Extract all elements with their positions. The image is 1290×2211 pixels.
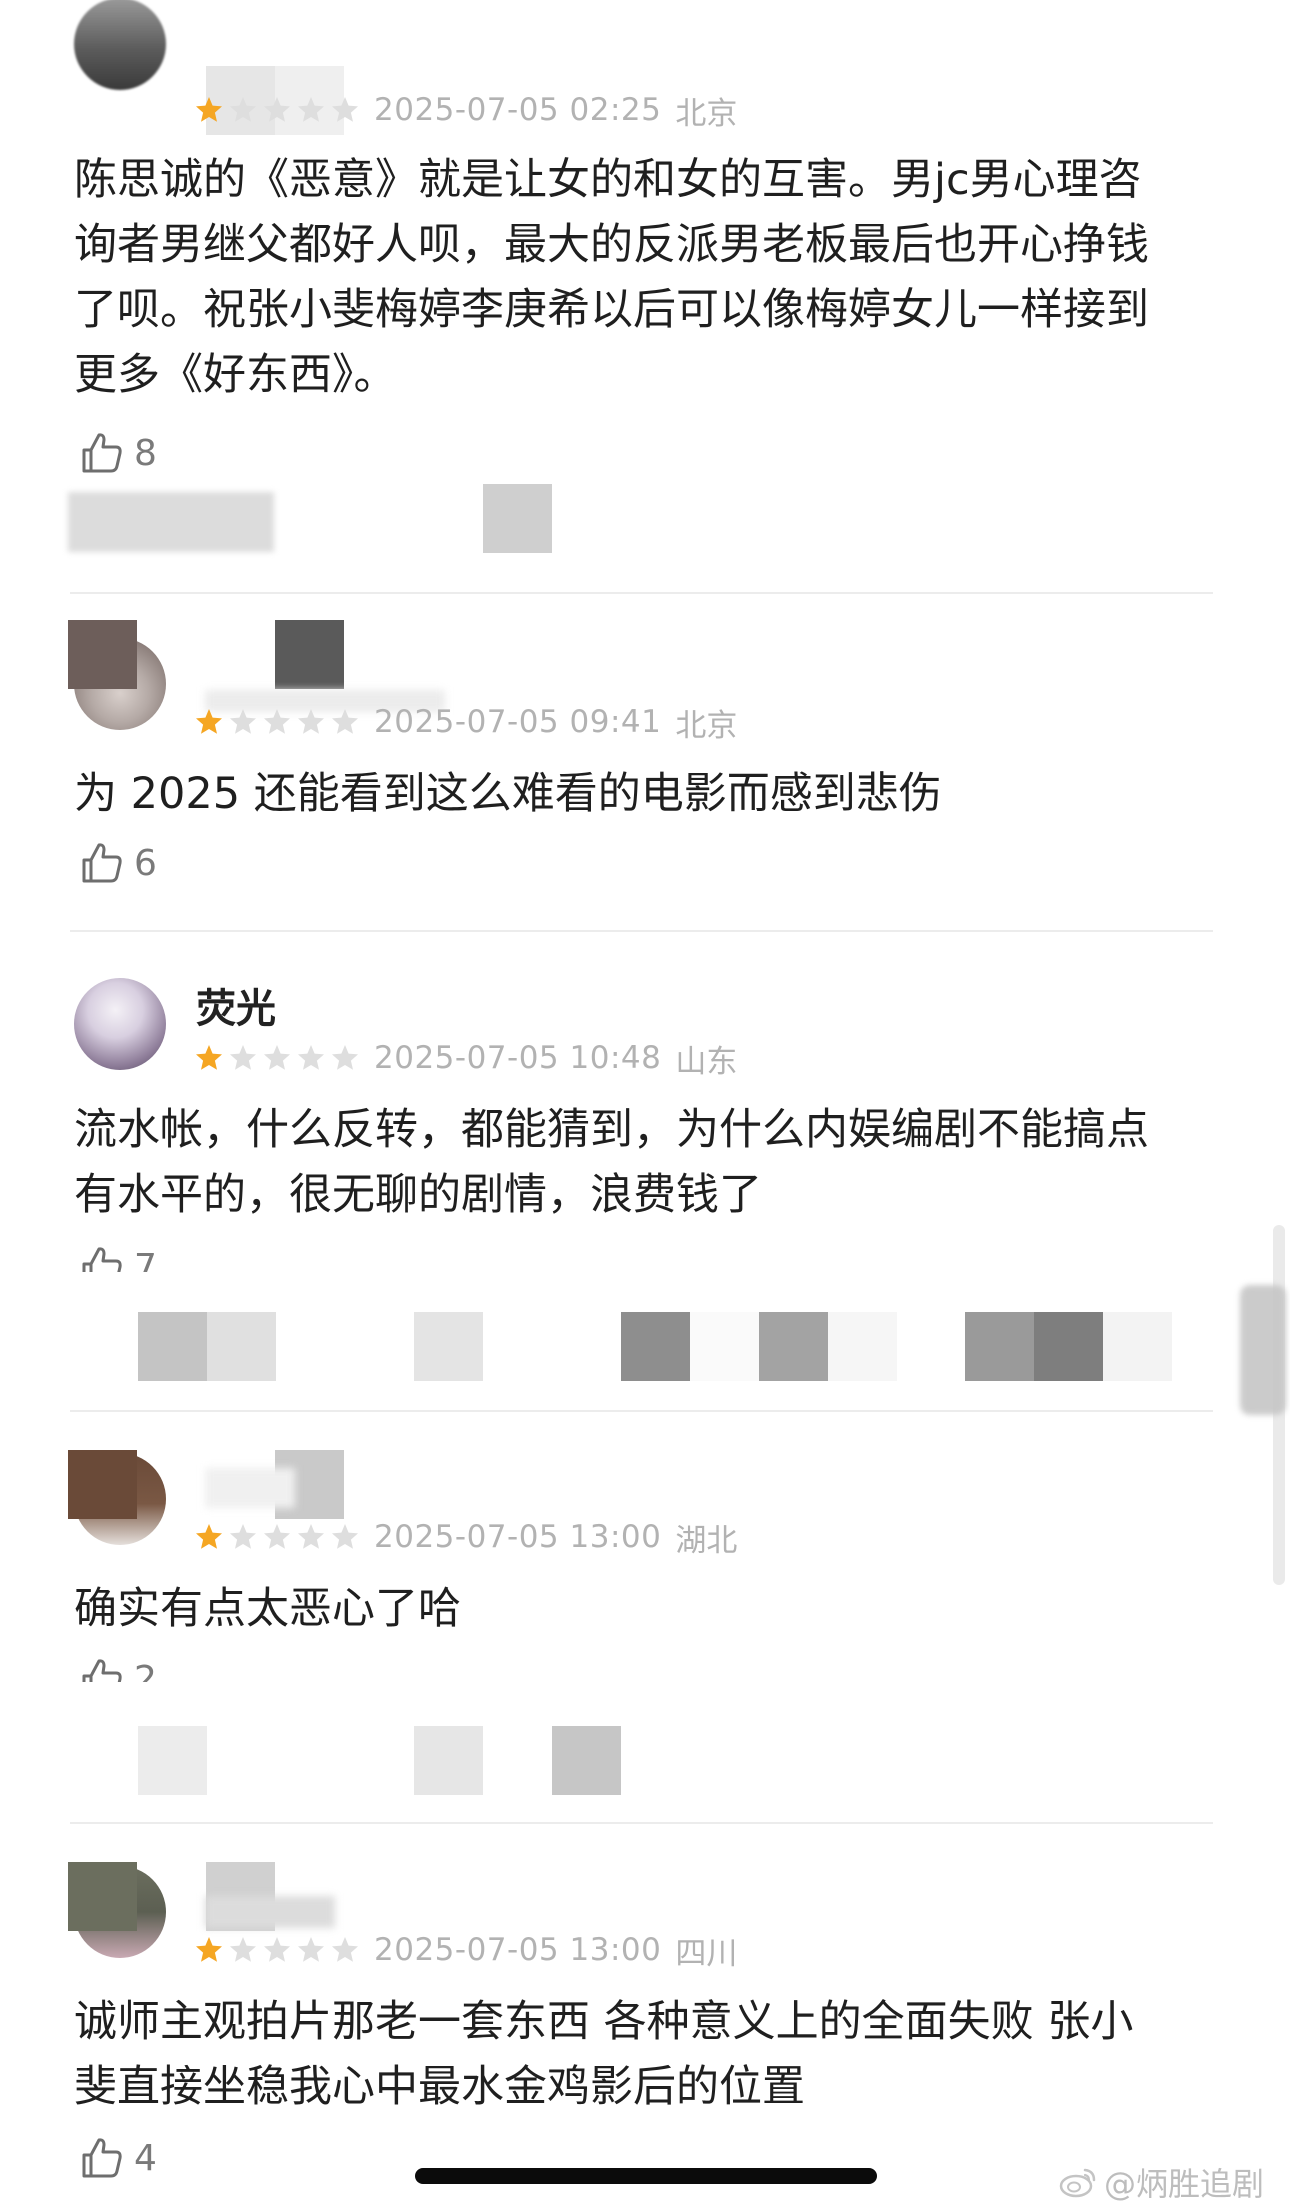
review-meta: 2025-07-05 13:00 湖北: [194, 1517, 738, 1559]
weibo-icon: [1059, 2168, 1096, 2198]
review-region: 山东: [675, 1043, 738, 1080]
review-region: 四川: [675, 1935, 738, 1972]
blurred-reply-preview: [138, 1312, 276, 1381]
star-empty-icon: [330, 1043, 360, 1073]
star-empty-icon: [330, 1522, 360, 1552]
star-filled-icon: [194, 95, 224, 125]
star-empty-icon: [296, 1043, 326, 1073]
review-content: 确实有点太恶心了哈: [74, 1577, 1204, 1642]
blurred-reply-preview: [552, 1726, 621, 1795]
star-empty-icon: [262, 707, 292, 737]
content-line: 更多《好东西》。: [74, 350, 397, 400]
like-count: 8: [134, 432, 157, 474]
home-indicator[interactable]: [415, 2168, 877, 2184]
review-content: 诚师主观拍片那老一套东西 各种意义上的全面失败 张小 斐直接坐稳我心中最水金鸡影…: [74, 1990, 1204, 2120]
star-filled-icon: [194, 1043, 224, 1073]
star-empty-icon: [228, 707, 258, 737]
blurred-avatar-overlay: [68, 1450, 137, 1519]
review-date: 2025-07-05 02:25: [374, 92, 662, 128]
divider: [70, 592, 1213, 594]
content-line: 了呗。祝张小斐梅婷李庚希以后可以像梅婷女儿一样接到: [74, 285, 1149, 335]
blurred-reply-preview: [414, 1726, 483, 1795]
review-content: 为 2025 还能看到这么难看的电影而感到悲伤: [74, 762, 1204, 827]
content-line: 询者男继父都好人呗，最大的反派男老板最后也开心挣钱: [74, 220, 1149, 270]
blurred-avatar-overlay: [68, 620, 137, 689]
star-empty-icon: [262, 1935, 292, 1965]
rating-stars: [194, 1522, 364, 1552]
username[interactable]: 荧光: [196, 976, 276, 1034]
content-line: 斐直接坐稳我心中最水金鸡影后的位置: [74, 2062, 805, 2112]
star-empty-icon: [228, 1935, 258, 1965]
scrollbar-thumb[interactable]: [1240, 1285, 1286, 1415]
review-content: 流水帐，什么反转，都能猜到，为什么内娱编剧不能搞点 有水平的，很无聊的剧情，浪费…: [74, 1098, 1204, 1228]
rating-stars: [194, 707, 364, 737]
star-empty-icon: [228, 1522, 258, 1552]
star-empty-icon: [262, 1522, 292, 1552]
user-avatar[interactable]: [74, 0, 166, 90]
star-empty-icon: [296, 707, 326, 737]
star-empty-icon: [330, 1935, 360, 1965]
rating-stars: [194, 1935, 364, 1965]
review-region: 湖北: [675, 1522, 738, 1559]
content-line: 为 2025 还能看到这么难看的电影而感到悲伤: [74, 769, 942, 819]
star-empty-icon: [228, 1043, 258, 1073]
review-content: 陈思诚的《恶意》就是让女的和女的互害。男jc男心理咨 询者男继父都好人呗，最大的…: [74, 148, 1204, 408]
star-empty-icon: [262, 1043, 292, 1073]
star-empty-icon: [296, 95, 326, 125]
scroll-fade: [60, 1682, 260, 1706]
blurred-avatar-overlay: [68, 1862, 137, 1931]
star-empty-icon: [296, 1522, 326, 1552]
content-line: 有水平的，很无聊的剧情，浪费钱了: [74, 1170, 762, 1220]
like-button[interactable]: 6: [78, 838, 157, 888]
like-count: 6: [134, 842, 157, 884]
star-filled-icon: [194, 1935, 224, 1965]
blurred-username: [275, 620, 344, 689]
watermark: @炳胜追剧: [1058, 2160, 1264, 2204]
review-date: 2025-07-05 09:41: [374, 704, 662, 740]
star-empty-icon: [330, 95, 360, 125]
review-meta: 2025-07-05 10:48 山东: [194, 1038, 738, 1080]
review-date: 2025-07-05 13:00: [374, 1519, 662, 1555]
divider: [70, 1410, 1213, 1412]
content-line: 诚师主观拍片那老一套东西 各种意义上的全面失败 张小: [74, 1997, 1134, 2047]
review-meta: 2025-07-05 09:41 北京: [194, 702, 738, 744]
user-avatar[interactable]: [74, 978, 166, 1070]
star-filled-icon: [194, 707, 224, 737]
star-empty-icon: [330, 707, 360, 737]
review-region: 北京: [675, 95, 738, 132]
review-date: 2025-07-05 10:48: [374, 1040, 662, 1076]
rating-stars: [194, 95, 364, 125]
star-empty-icon: [262, 95, 292, 125]
star-empty-icon: [228, 95, 258, 125]
like-count: 4: [134, 2137, 157, 2179]
blurred-reply-preview: [621, 1312, 897, 1381]
review-date: 2025-07-05 13:00: [374, 1932, 662, 1968]
review-meta: 2025-07-05 13:00 四川: [194, 1930, 738, 1972]
star-filled-icon: [194, 1522, 224, 1552]
divider: [70, 930, 1213, 932]
blurred-username: [205, 1896, 335, 1928]
review-meta: 2025-07-05 02:25 北京: [194, 90, 738, 132]
blurred-reply-preview: [414, 1312, 483, 1381]
content-line: 陈思诚的《恶意》就是让女的和女的互害。男jc男心理咨: [74, 155, 1142, 205]
like-button[interactable]: 4: [78, 2133, 157, 2183]
content-line: 确实有点太恶心了哈: [74, 1584, 461, 1634]
star-empty-icon: [296, 1935, 326, 1965]
rating-stars: [194, 1043, 364, 1073]
thumbs-up-icon: [78, 429, 126, 477]
thumbs-up-icon: [78, 839, 126, 887]
blurred-username: [205, 1468, 295, 1508]
blurred-reply-preview: [68, 492, 274, 552]
blurred-reply-preview: [965, 1312, 1172, 1381]
blurred-reply-preview: [138, 1726, 207, 1795]
content-line: 流水帐，什么反转，都能猜到，为什么内娱编剧不能搞点: [74, 1105, 1149, 1155]
thumbs-up-icon: [78, 2134, 126, 2182]
blurred-reply-preview: [483, 484, 552, 553]
watermark-text: @炳胜追剧: [1104, 2165, 1265, 2203]
review-feed: 2025-07-05 02:25 北京 陈思诚的《恶意》就是让女的和女的互害。男…: [0, 0, 1290, 2211]
divider: [70, 1822, 1213, 1824]
like-button[interactable]: 8: [78, 428, 157, 478]
scroll-fade: [60, 1272, 260, 1296]
review-region: 北京: [675, 707, 738, 744]
